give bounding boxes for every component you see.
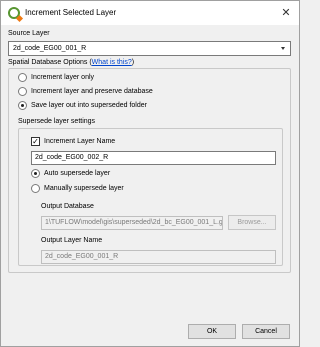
source-layer-value: 2d_code_EG00_001_R xyxy=(13,45,87,52)
ok-button[interactable]: OK xyxy=(188,324,236,339)
radio-save-superseded[interactable] xyxy=(18,101,27,110)
source-layer-combo[interactable]: 2d_code_EG00_001_R xyxy=(8,41,291,56)
browse-button: Browse... xyxy=(228,215,276,230)
spatial-db-options-text: Spatial Database Options ( xyxy=(8,59,92,66)
increment-layer-name-label: Increment Layer Name xyxy=(44,138,116,145)
radio-increment-preserve-db[interactable] xyxy=(18,87,27,96)
output-layer-name-label: Output Layer Name xyxy=(41,237,103,244)
window-title: Increment Selected Layer xyxy=(25,8,117,17)
dialog-window: Increment Selected Layer ✕ Source Layer … xyxy=(0,0,300,347)
radio-increment-layer-only-label: Increment layer only xyxy=(31,74,95,81)
output-layer-name-input: 2d_code_EG00_001_R xyxy=(41,250,276,264)
radio-manual-supersede[interactable] xyxy=(31,184,40,193)
increment-layer-name-checkbox[interactable]: ✓ xyxy=(31,137,40,146)
title-bar: Increment Selected Layer ✕ xyxy=(1,1,299,25)
radio-increment-preserve-db-label: Increment layer and preserve database xyxy=(31,88,153,95)
supersede-settings-group xyxy=(18,128,283,266)
qgis-logo-icon xyxy=(8,7,20,19)
chevron-down-icon xyxy=(281,47,285,50)
radio-auto-supersede[interactable] xyxy=(31,169,40,178)
cancel-button[interactable]: Cancel xyxy=(242,324,290,339)
supersede-settings-label: Supersede layer settings xyxy=(18,118,96,125)
radio-save-superseded-label: Save layer out into superseded folder xyxy=(31,102,147,109)
output-database-label: Output Database xyxy=(41,203,94,210)
close-icon[interactable]: ✕ xyxy=(279,6,293,20)
radio-auto-supersede-label: Auto supersede layer xyxy=(44,170,111,177)
spatial-db-options-suffix: ) xyxy=(131,59,135,66)
output-database-input: 1\TUFLOW\model\gis\superseded\2d_bc_EG00… xyxy=(41,216,223,230)
what-is-this-link[interactable]: What is this? xyxy=(92,59,132,66)
source-layer-label: Source Layer xyxy=(8,30,50,37)
spatial-db-options-label: Spatial Database Options (What is this?) xyxy=(8,59,134,66)
checkmark-icon: ✓ xyxy=(32,137,39,146)
increment-layer-name-input[interactable]: 2d_code_EG00_002_R xyxy=(31,151,276,165)
radio-manual-supersede-label: Manually supersede layer xyxy=(44,185,124,192)
radio-increment-layer-only[interactable] xyxy=(18,73,27,82)
